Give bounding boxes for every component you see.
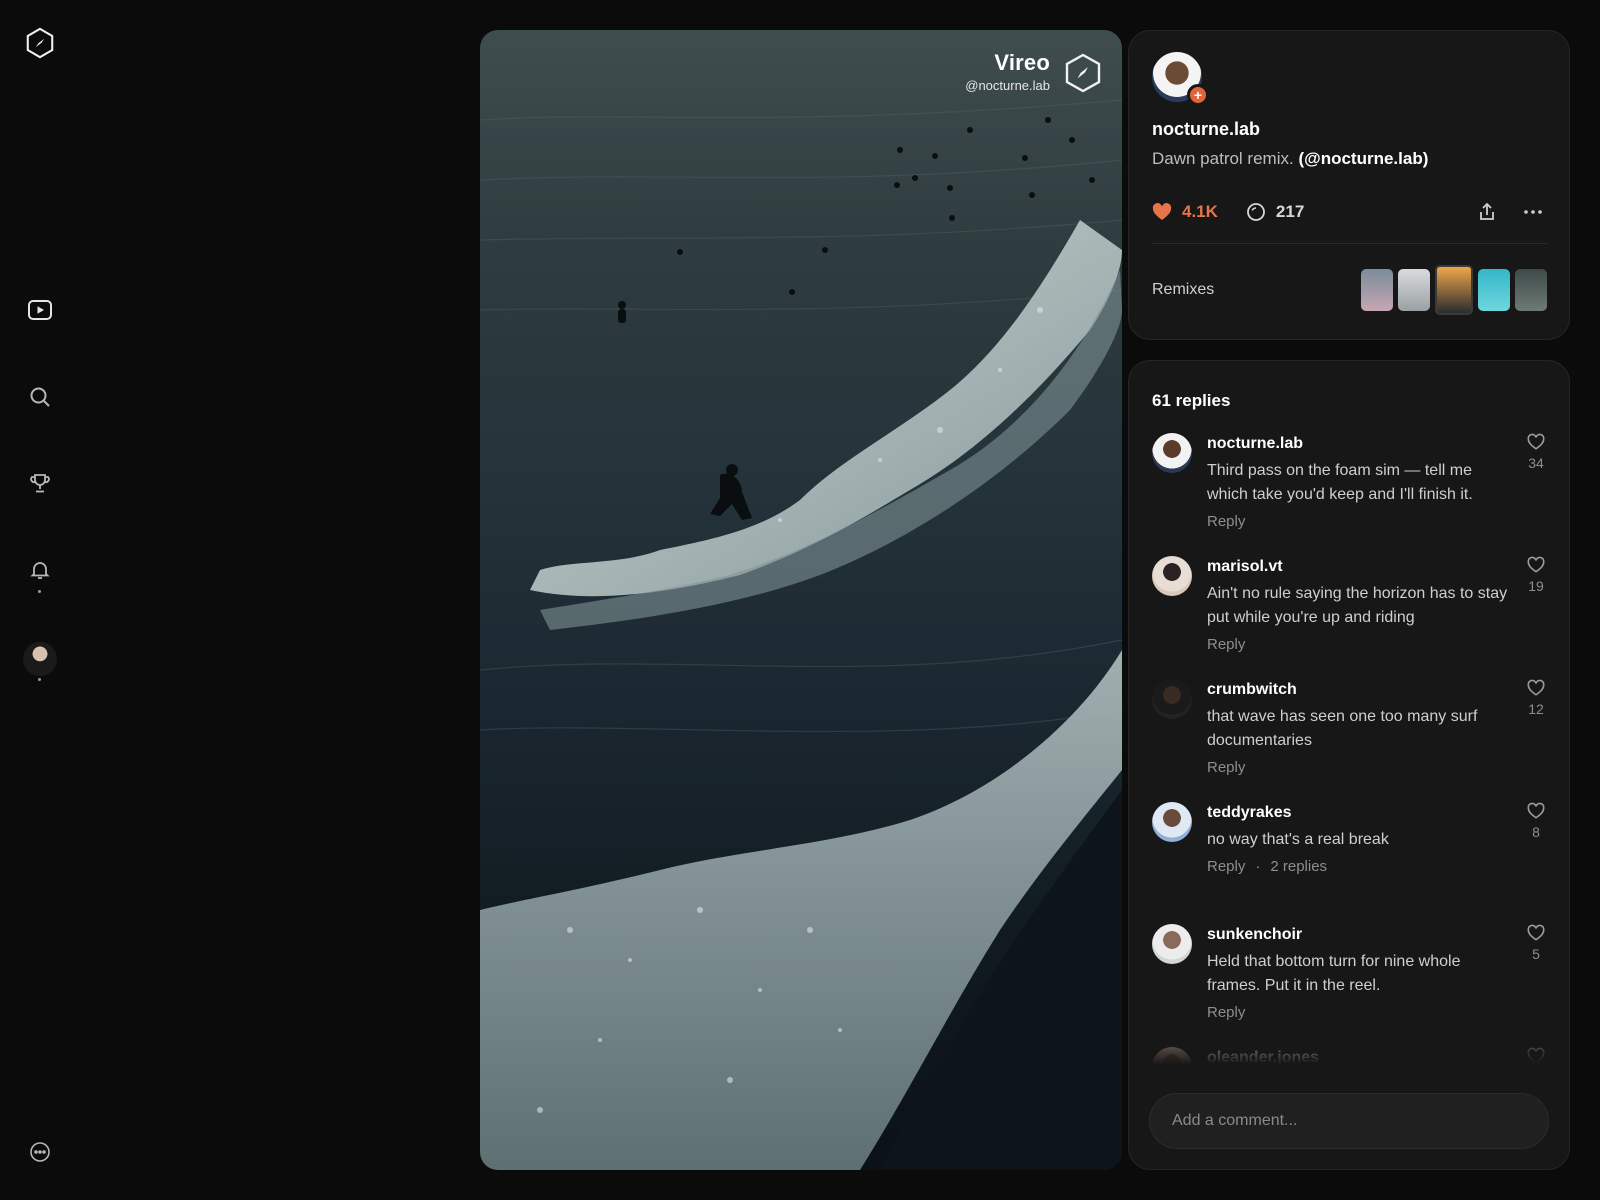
- comment-text: Held that bottom turn for nine whole fra…: [1207, 953, 1461, 994]
- heart-outline-icon[interactable]: [1527, 679, 1545, 697]
- play-icon[interactable]: [24, 294, 56, 326]
- caption-mention[interactable]: (@nocturne.lab): [1298, 149, 1428, 168]
- comments-button[interactable]: 217: [1246, 202, 1304, 222]
- heart-outline-icon[interactable]: [1527, 433, 1545, 451]
- surf-video-frame: [480, 99, 1122, 1170]
- reply-button[interactable]: Reply: [1207, 636, 1245, 653]
- replies-panel: 61 replies nocturne.lab Third pass on the…: [1128, 360, 1570, 1170]
- remix-thumbnails: [1361, 265, 1547, 315]
- comment-like-count: 12: [1528, 701, 1544, 717]
- like-button[interactable]: 4.1K: [1152, 202, 1218, 222]
- comment-text: Third pass on the foam sim — tell me whi…: [1207, 462, 1473, 503]
- commenter-name[interactable]: oleander.jones: [1207, 1047, 1547, 1065]
- remix-thumbnail[interactable]: [1478, 269, 1510, 311]
- comment-like-count: 8: [1532, 824, 1540, 840]
- compass-hex-icon: [1065, 53, 1101, 93]
- bell-icon[interactable]: [24, 554, 56, 586]
- commenter-name[interactable]: nocturne.lab: [1207, 433, 1547, 455]
- commenter-name[interactable]: teddyrakes: [1207, 802, 1547, 824]
- comment-actions: Reply: [1207, 759, 1547, 776]
- remixes-label: Remixes: [1152, 281, 1215, 298]
- comment-like-count: 34: [1528, 455, 1544, 471]
- trophy-icon[interactable]: [24, 467, 56, 499]
- comment-item: nocturne.lab Third pass on the foam sim —…: [1152, 433, 1547, 530]
- comment-actions: Reply: [1207, 1004, 1547, 1021]
- view-replies-button[interactable]: 2 replies: [1270, 858, 1327, 875]
- video-player[interactable]: Vireo @nocturne.lab: [480, 30, 1122, 1170]
- notification-dot: [38, 590, 41, 593]
- comment-like: 5: [1525, 924, 1547, 962]
- reply-button[interactable]: Reply: [1207, 513, 1245, 530]
- commenter-name[interactable]: crumbwitch: [1207, 679, 1547, 701]
- share-icon[interactable]: [1473, 198, 1501, 226]
- commenter-avatar[interactable]: [1152, 1047, 1192, 1065]
- profile-avatar[interactable]: [23, 642, 57, 676]
- comment-text: Ain't no rule saying the horizon has to …: [1207, 585, 1508, 626]
- replies-count: 61 replies: [1152, 391, 1231, 410]
- separator: ·: [1255, 858, 1261, 875]
- remix-thumbnail[interactable]: [1361, 269, 1393, 311]
- profile-dot: [38, 678, 41, 681]
- comment-text: that wave has seen one too many surf doc…: [1207, 708, 1478, 749]
- remix-thumbnail[interactable]: [1435, 265, 1473, 315]
- divider: [1152, 243, 1547, 244]
- post-stats: 4.1K 217: [1152, 197, 1547, 227]
- commenter-avatar[interactable]: [1152, 556, 1192, 596]
- post-caption: Dawn patrol remix. (@nocturne.lab): [1152, 149, 1428, 169]
- commenter-name[interactable]: sunkenchoir: [1207, 924, 1547, 946]
- comment-item: sunkenchoir Held that bottom turn for nin…: [1152, 924, 1547, 1021]
- comment-actions: Reply · 2 replies: [1207, 858, 1547, 875]
- comment-like: 8: [1525, 802, 1547, 840]
- comment-bubble-icon: [1247, 203, 1265, 221]
- comment-list[interactable]: nocturne.lab Third pass on the foam sim —…: [1152, 433, 1547, 1065]
- follow-button[interactable]: +: [1187, 84, 1209, 106]
- comment-actions: Reply: [1207, 513, 1547, 530]
- commenter-avatar[interactable]: [1152, 802, 1192, 842]
- comment-count: 217: [1275, 202, 1305, 221]
- comment-item: teddyrakes no way that's a real break Repl…: [1152, 802, 1547, 898]
- ellipsis-circle-icon[interactable]: [24, 1136, 56, 1168]
- remix-thumbnail[interactable]: [1515, 269, 1547, 311]
- heart-outline-icon[interactable]: [1527, 924, 1545, 942]
- commenter-avatar[interactable]: [1152, 433, 1192, 473]
- reply-button[interactable]: Reply: [1207, 759, 1245, 776]
- comment-text: no way that's a real break: [1207, 831, 1389, 848]
- video-brand: Vireo @nocturne.lab: [965, 50, 1050, 93]
- comment-like-count: 19: [1528, 578, 1544, 594]
- brand-name: Vireo: [994, 50, 1050, 75]
- comment-like: [1525, 1047, 1547, 1065]
- video-handle: @nocturne.lab: [965, 78, 1050, 93]
- search-icon[interactable]: [24, 381, 56, 413]
- commenter-avatar[interactable]: [1152, 679, 1192, 719]
- comment-item: crumbwitch that wave has seen one too man…: [1152, 679, 1547, 776]
- more-options-icon[interactable]: [1519, 198, 1547, 226]
- like-count: 4.1K: [1182, 202, 1218, 221]
- comment-like: 19: [1525, 556, 1547, 594]
- comment-like: 12: [1525, 679, 1547, 717]
- author-name[interactable]: nocturne.lab: [1152, 119, 1260, 140]
- remix-thumbnail[interactable]: [1398, 269, 1430, 311]
- comment-item: marisol.vt Ain't no rule saying the horiz…: [1152, 556, 1547, 653]
- reply-button[interactable]: Reply: [1207, 1004, 1245, 1021]
- heart-outline-icon[interactable]: [1527, 556, 1545, 574]
- left-rail: [0, 0, 80, 1200]
- reply-button[interactable]: Reply: [1207, 858, 1245, 875]
- heart-outline-icon[interactable]: [1527, 1047, 1545, 1065]
- commenter-name[interactable]: marisol.vt: [1207, 556, 1547, 578]
- commenter-avatar[interactable]: [1152, 924, 1192, 964]
- caption-text: Dawn patrol remix.: [1152, 149, 1294, 168]
- heart-filled-icon: [1152, 203, 1172, 220]
- comment-like-count: 5: [1532, 946, 1540, 962]
- comment-input[interactable]: [1149, 1093, 1549, 1149]
- comment-actions: Reply: [1207, 636, 1547, 653]
- comment-item: oleander.jones: [1152, 1047, 1547, 1065]
- heart-outline-icon[interactable]: [1527, 802, 1545, 820]
- comment-like: 34: [1525, 433, 1547, 471]
- post-info-panel: + nocturne.lab Dawn patrol remix. (@noct…: [1128, 30, 1570, 340]
- compass-hex-icon[interactable]: [24, 27, 56, 59]
